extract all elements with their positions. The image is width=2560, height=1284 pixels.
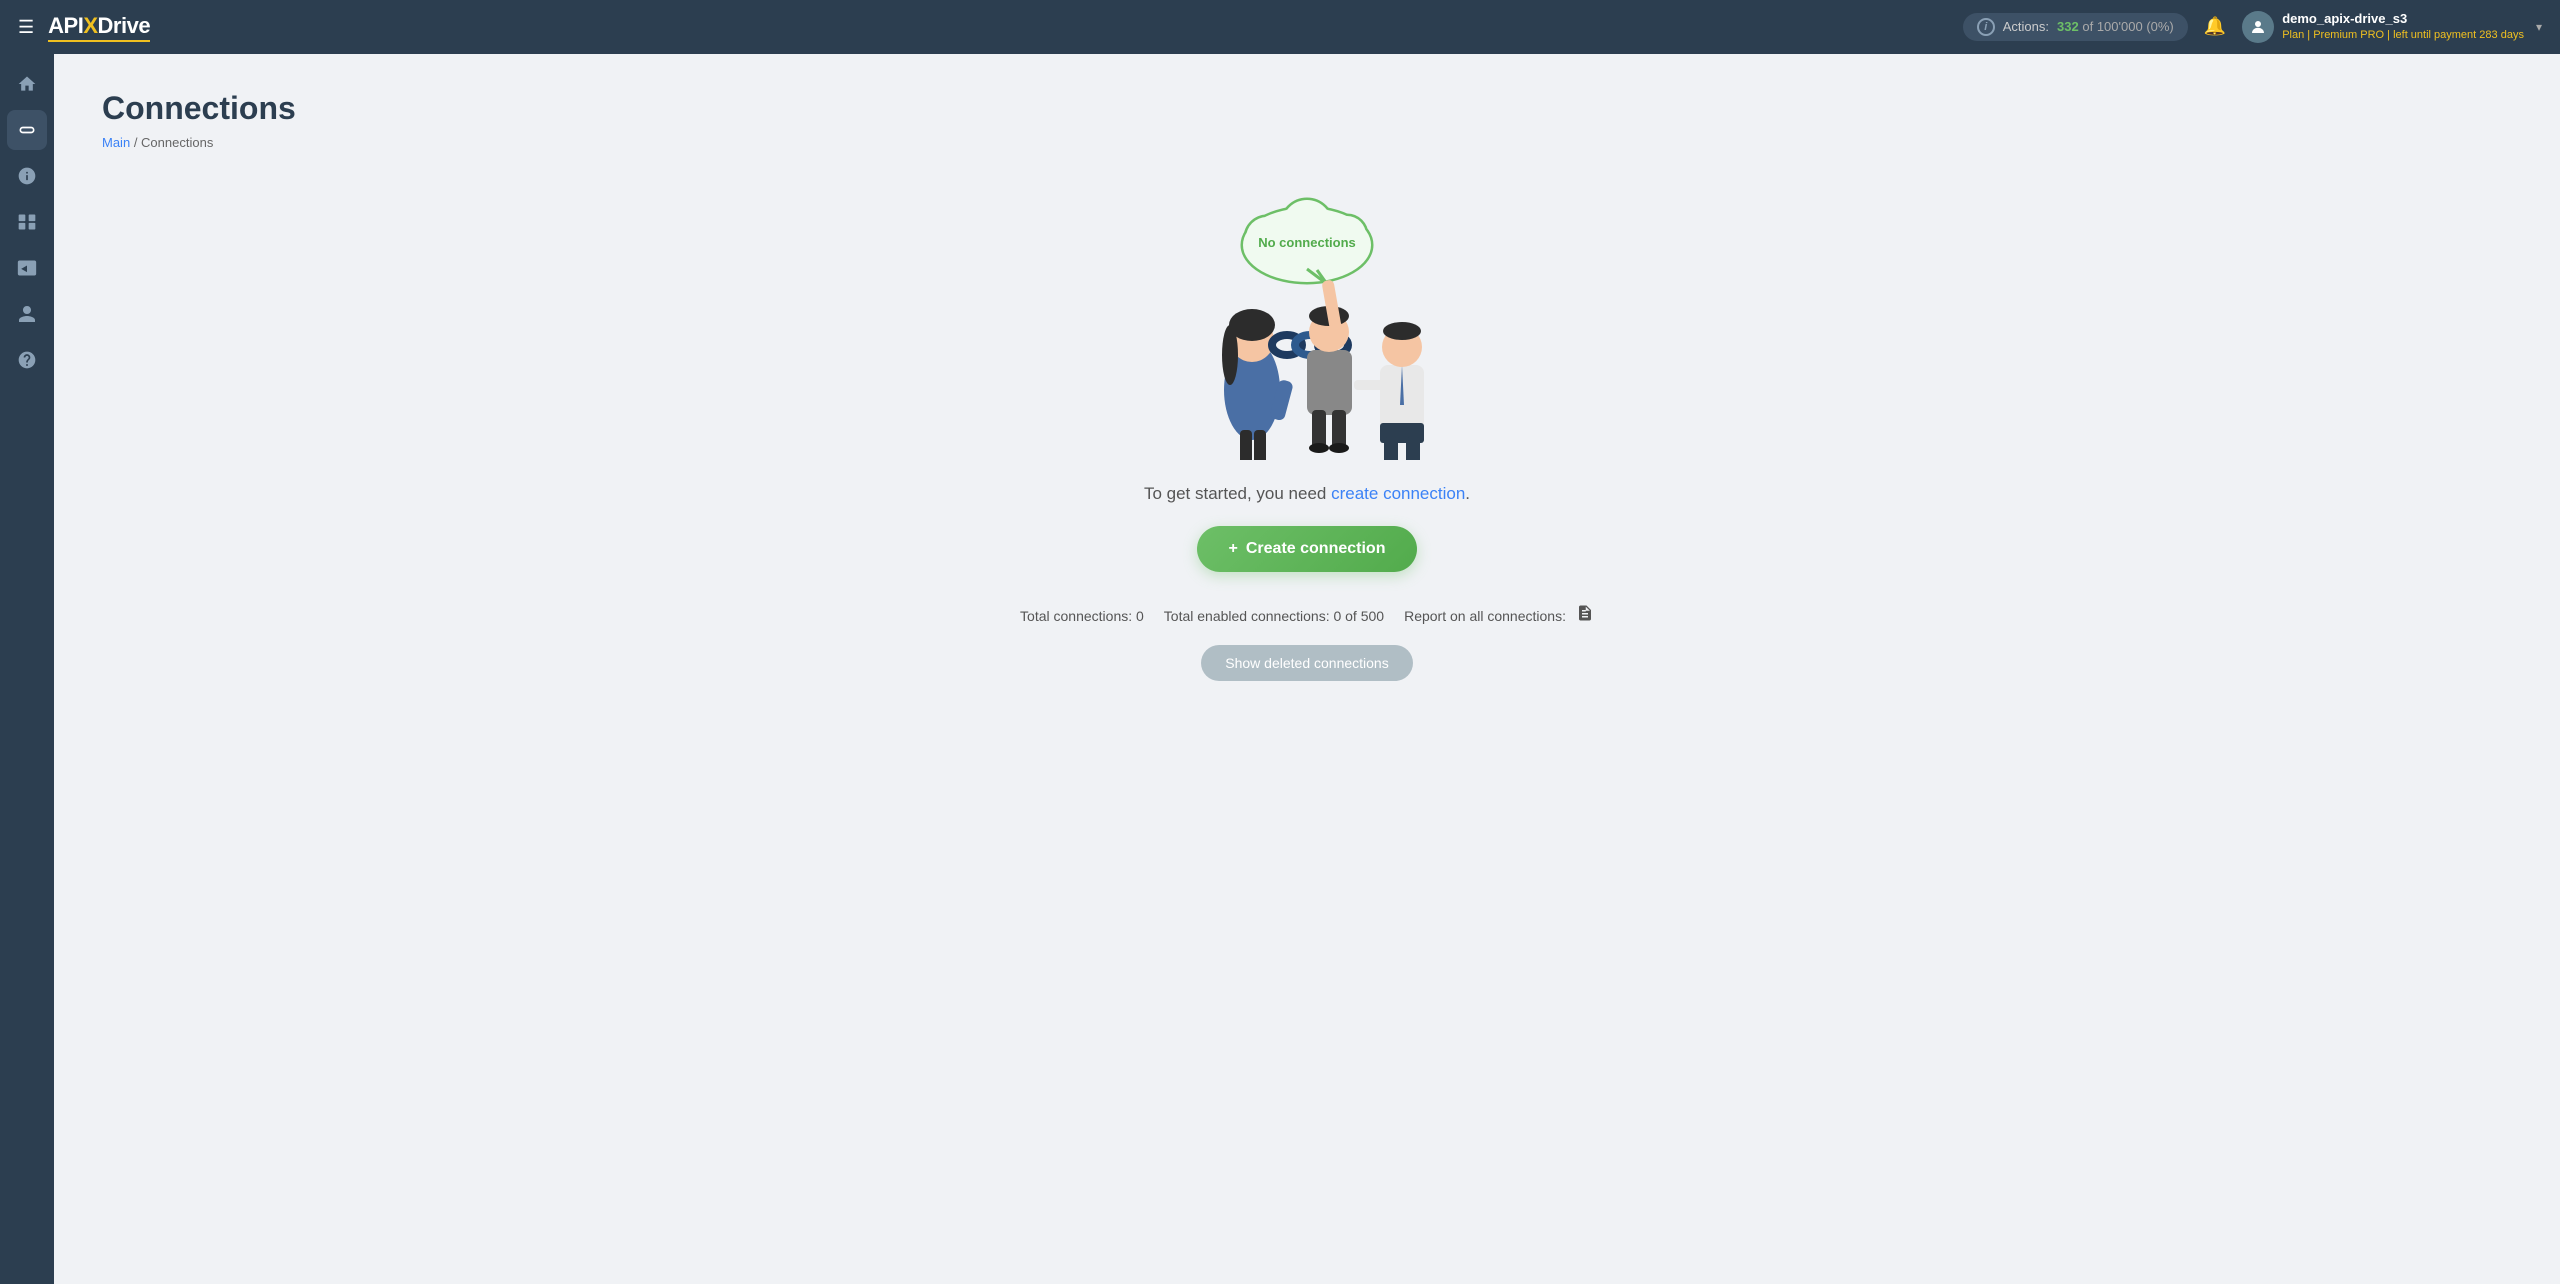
actions-total: 100'000 — [2097, 19, 2143, 34]
user-info: demo_apix-drive_s3 Plan | Premium PRO | … — [2282, 10, 2524, 44]
actions-percent: (0%) — [2146, 19, 2173, 34]
sidebar-item-home[interactable] — [7, 64, 47, 104]
topnav-actions: i Actions: 332 of 100'000 (0%) 🔔 demo_ap… — [1963, 10, 2542, 44]
empty-illustration: No connections — [1137, 180, 1477, 460]
menu-icon[interactable]: ☰ — [18, 17, 34, 38]
breadcrumb-separator: / — [134, 135, 141, 150]
empty-text-suffix: . — [1465, 484, 1470, 503]
show-deleted-button[interactable]: Show deleted connections — [1201, 645, 1412, 681]
svg-text:No connections: No connections — [1258, 235, 1356, 250]
create-btn-label: Create connection — [1246, 540, 1386, 558]
breadcrumb: Main / Connections — [102, 135, 2512, 150]
user-plan: Plan | Premium PRO | left until payment … — [2282, 28, 2524, 43]
breadcrumb-current: Connections — [141, 135, 213, 150]
breadcrumb-main[interactable]: Main — [102, 135, 130, 150]
sidebar-item-services[interactable] — [7, 202, 47, 242]
bell-button[interactable]: 🔔 — [2204, 16, 2226, 37]
actions-label: Actions: — [2003, 19, 2049, 34]
user-avatar — [2242, 11, 2274, 43]
logo-x: X — [83, 13, 97, 38]
stats-row: Total connections: 0 Total enabled conne… — [1020, 604, 1594, 627]
plan-days-suffix: days — [2501, 29, 2524, 41]
logo-text: APIXDrive — [48, 13, 150, 38]
sidebar — [0, 54, 54, 1284]
actions-badge: i Actions: 332 of 100'000 (0%) — [1963, 13, 2188, 41]
chevron-down-icon: ▾ — [2536, 20, 2542, 34]
sidebar-item-connections[interactable] — [7, 110, 47, 150]
plan-suffix: | left until payment — [2387, 29, 2476, 41]
empty-text-prefix: To get started, you need — [1144, 484, 1331, 503]
actions-count-display: 332 of 100'000 (0%) — [2057, 19, 2174, 34]
logo-api: API — [48, 13, 83, 38]
logo-underline — [48, 40, 150, 42]
sidebar-item-billing[interactable] — [7, 156, 47, 196]
sidebar-item-account[interactable] — [7, 294, 47, 334]
sidebar-item-video[interactable] — [7, 248, 47, 288]
create-connection-link[interactable]: create connection — [1331, 484, 1465, 503]
report-icon[interactable] — [1576, 604, 1594, 627]
logo: APIXDrive — [48, 13, 150, 42]
total-connections: Total connections: 0 — [1020, 608, 1144, 624]
actions-of: of — [2082, 19, 2096, 34]
user-name: demo_apix-drive_s3 — [2282, 10, 2524, 28]
plan-name: Premium PRO — [2313, 29, 2384, 41]
main-layout: Connections Main / Connections — [0, 54, 2560, 1284]
total-enabled-connections: Total enabled connections: 0 of 500 — [1164, 608, 1384, 624]
logo-drive: Drive — [98, 13, 151, 38]
topnav: ☰ APIXDrive i Actions: 332 of 100'000 (0… — [0, 0, 2560, 54]
main-content: Connections Main / Connections — [54, 54, 2560, 1284]
show-deleted-label: Show deleted connections — [1225, 655, 1388, 671]
actions-count: 332 — [2057, 19, 2079, 34]
user-section[interactable]: demo_apix-drive_s3 Plan | Premium PRO | … — [2242, 10, 2542, 44]
info-icon: i — [1977, 18, 1995, 36]
create-connection-button[interactable]: + Create connection — [1197, 526, 1418, 572]
plan-days: 283 — [2479, 29, 2497, 41]
empty-state: No connections — [102, 180, 2512, 681]
sidebar-item-help[interactable] — [7, 340, 47, 380]
page-title: Connections — [102, 90, 2512, 127]
empty-description: To get started, you need create connecti… — [1144, 484, 1470, 504]
plan-label: Plan | — [2282, 29, 2310, 41]
create-btn-icon: + — [1229, 540, 1238, 558]
report-label: Report on all connections: — [1404, 608, 1566, 624]
